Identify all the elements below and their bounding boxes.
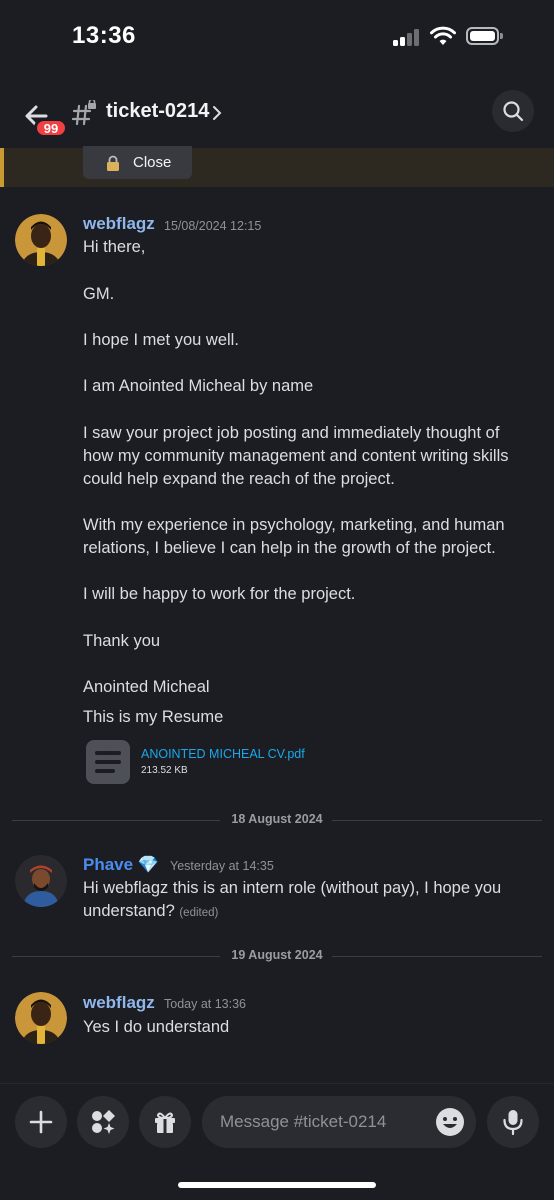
message-line: Hi webflagz this is an intern role (with… xyxy=(83,879,502,897)
smiley-face-icon xyxy=(436,1108,464,1136)
message-author[interactable]: Phave 💎 xyxy=(83,855,159,875)
channel-header: ticket-0214 xyxy=(0,76,554,148)
voice-message-button[interactable] xyxy=(487,1096,539,1148)
status-time: 13:36 xyxy=(72,22,136,49)
gift-icon xyxy=(155,1112,175,1133)
unread-count-badge: 99 xyxy=(34,118,68,138)
gift-button[interactable] xyxy=(139,1096,191,1148)
diamond-emoji-icon: 💎 xyxy=(137,855,159,875)
apps-button[interactable] xyxy=(77,1096,129,1148)
chevron-right-icon[interactable] xyxy=(212,105,222,121)
author-name: Phave xyxy=(83,855,134,874)
ticket-close-banner: Close xyxy=(0,146,554,187)
message-line: This is my Resume xyxy=(83,708,224,726)
emoji-button[interactable] xyxy=(434,1106,466,1138)
plus-icon xyxy=(29,1110,53,1134)
message-line: how my community management and content … xyxy=(83,447,509,465)
file-attachment[interactable]: ANOINTED MICHEAL CV.pdf 213.52 KB xyxy=(86,740,346,786)
lock-icon xyxy=(107,155,119,171)
message-line: With my experience in psychology, market… xyxy=(83,516,505,534)
locked-thread-hash-icon xyxy=(72,100,96,126)
wifi-icon xyxy=(430,26,456,45)
message-line: I hope I met you well. xyxy=(83,331,239,349)
avatar[interactable] xyxy=(15,214,67,266)
add-attachment-button[interactable] xyxy=(15,1096,67,1148)
message-line: I will be happy to work for the project. xyxy=(83,585,356,603)
message-line: I saw your project job posting and immed… xyxy=(83,424,500,442)
status-bar: 13:36 xyxy=(0,0,554,76)
attachment-filename[interactable]: ANOINTED MICHEAL CV.pdf xyxy=(141,747,305,761)
message-line: Yes I do understand xyxy=(83,1018,230,1036)
message-author[interactable]: webflagz xyxy=(83,214,155,234)
discord-app-screen: 13:36 ticket-0214 99 Close webflagz 15/0… xyxy=(0,0,554,1200)
apps-sparkle-icon xyxy=(92,1110,115,1134)
date-divider-label: 19 August 2024 xyxy=(231,948,323,962)
channel-name[interactable]: ticket-0214 xyxy=(106,100,209,123)
message-timestamp: Today at 13:36 xyxy=(164,997,247,1011)
battery-icon xyxy=(466,27,503,45)
message-text: understand? xyxy=(83,902,175,920)
search-icon xyxy=(503,101,524,122)
message-line: I am Anointed Micheal by name xyxy=(83,377,314,395)
avatar[interactable] xyxy=(15,992,67,1044)
message-line: GM. xyxy=(83,285,115,303)
message-timestamp: Yesterday at 14:35 xyxy=(170,859,274,873)
close-ticket-button[interactable]: Close xyxy=(83,146,192,179)
avatar[interactable] xyxy=(15,855,67,907)
message-line: Thank you xyxy=(83,632,161,650)
document-icon xyxy=(86,740,130,784)
attachment-size: 213.52 KB xyxy=(141,765,188,776)
message-author[interactable]: webflagz xyxy=(83,993,155,1013)
home-indicator[interactable] xyxy=(178,1182,376,1188)
cellular-signal-icon xyxy=(393,28,423,46)
date-divider: 19 August 2024 xyxy=(12,946,542,966)
message-line: Hi there, xyxy=(83,238,146,256)
date-divider: 18 August 2024 xyxy=(12,810,542,830)
message-line: could help expand the reach of the proje… xyxy=(83,470,395,488)
message-line: relations, I believe I can help in the g… xyxy=(83,539,496,557)
edited-label: (edited) xyxy=(179,907,219,919)
date-divider-label: 18 August 2024 xyxy=(231,812,323,826)
close-button-label: Close xyxy=(133,154,172,171)
message-line: Anointed Micheal xyxy=(83,678,210,696)
message-timestamp: 15/08/2024 12:15 xyxy=(164,219,262,233)
microphone-icon xyxy=(503,1110,523,1136)
message-line: understand? (edited) xyxy=(83,902,218,921)
search-button[interactable] xyxy=(492,90,534,132)
